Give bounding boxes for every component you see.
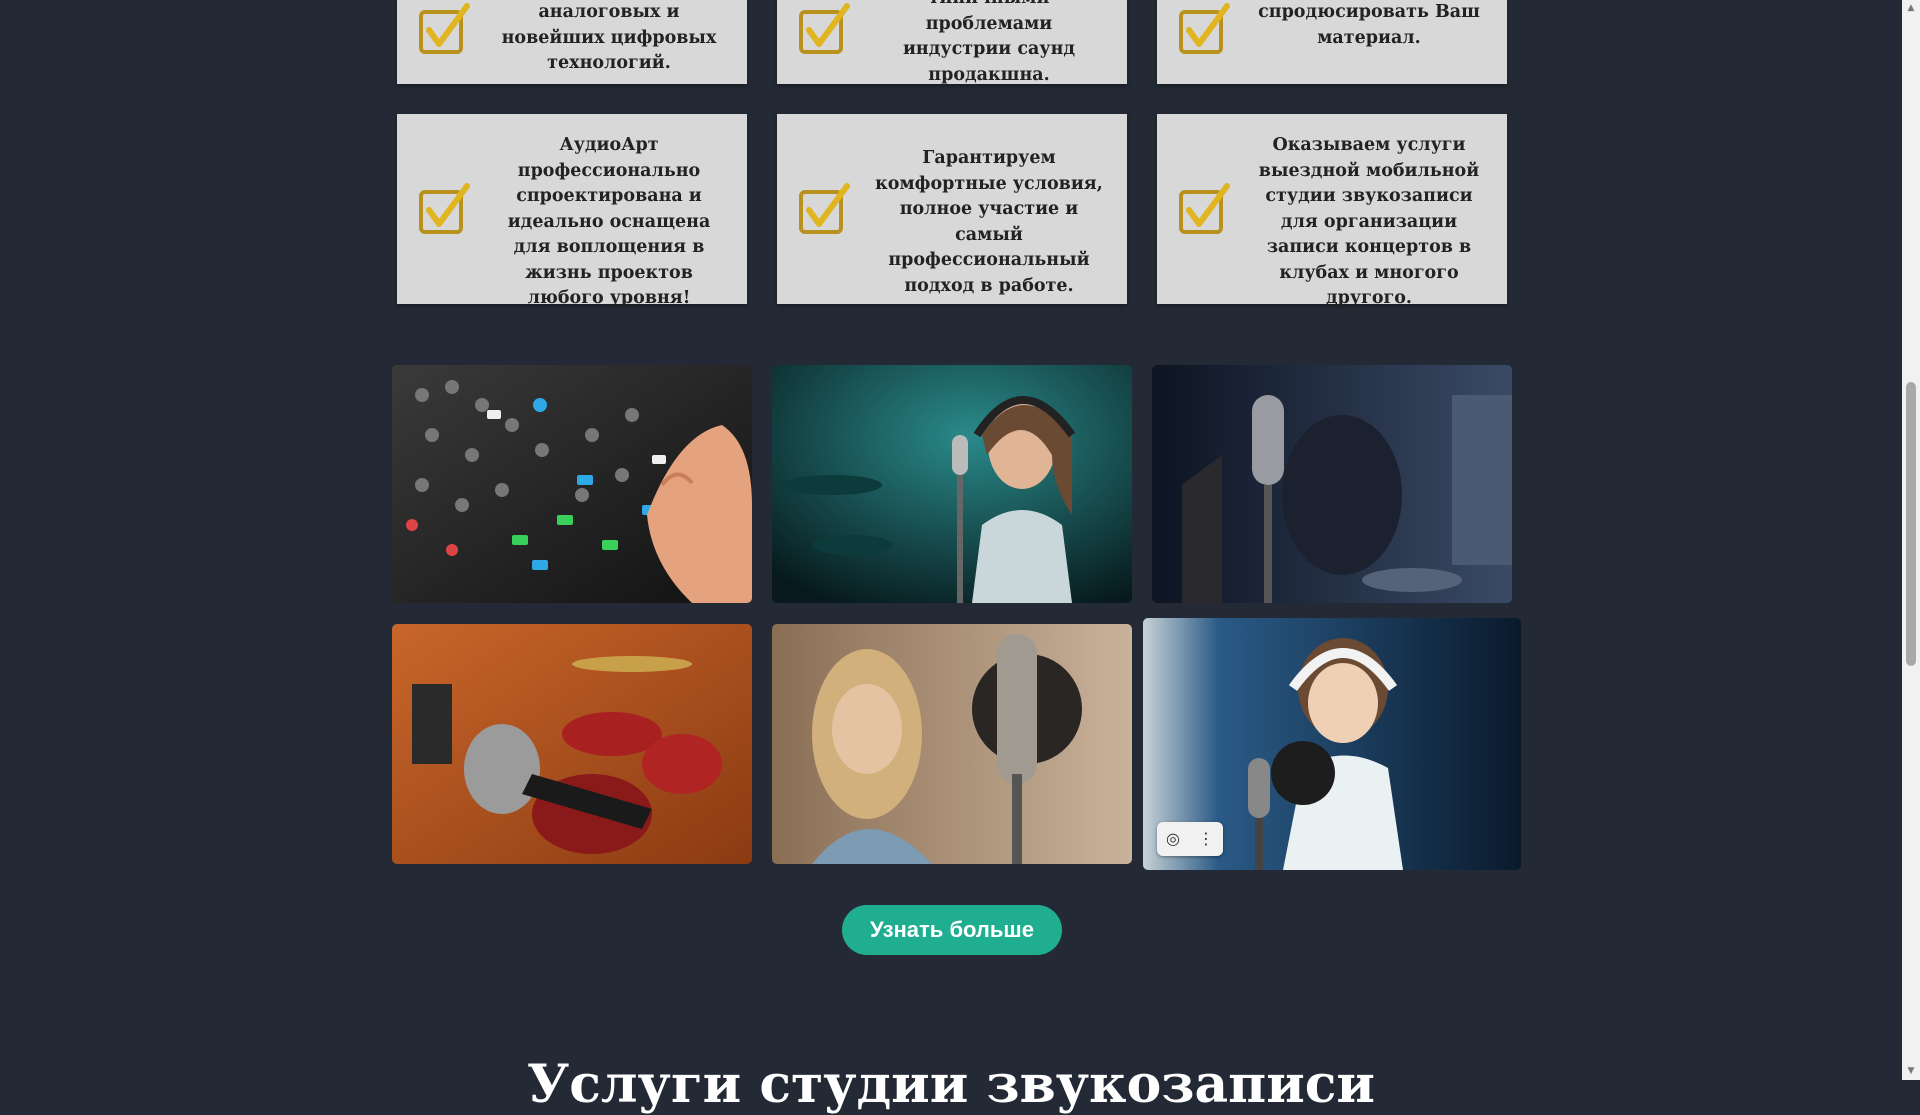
feature-card: Оказываем услуги выездной мобильной студ… [1157, 114, 1507, 308]
photo-mixing-console[interactable] [392, 365, 752, 603]
feature-text: АудиоАрт профессионально спроектирована … [507, 135, 711, 308]
feature-text: типичными проблемами индустрии саунд про… [902, 0, 1076, 85]
photo-condenser-microphone[interactable] [1152, 365, 1512, 603]
photo-child-singer[interactable]: ◎ ⋮ [1143, 618, 1521, 870]
feature-text: аналоговых и новейших цифровых технологи… [501, 2, 717, 73]
blonde-singer-image [772, 624, 1132, 864]
feature-card: Гарантируем комфортные условия, полное у… [777, 114, 1127, 304]
scroll-up-icon[interactable]: ▲ [1902, 0, 1920, 17]
feature-card: АудиоАрт профессионально спроектирована … [397, 114, 747, 308]
checkmark-icon [799, 183, 850, 234]
feature-card: аналоговых и новейших цифровых технологи… [397, 0, 747, 84]
feature-text: Гарантируем комфортные условия, полное у… [875, 148, 1103, 296]
learn-more-button[interactable]: Узнать больше [842, 905, 1062, 955]
checkmark-icon [1179, 3, 1230, 54]
section-heading: Услуги студии звукозаписи [527, 1054, 1375, 1115]
page: аналоговых и новейших цифровых технологи… [0, 0, 1902, 1115]
feature-text: Оказываем услуги выездной мобильной студ… [1258, 135, 1480, 308]
feature-card: типичными проблемами индустрии саунд про… [777, 0, 1127, 85]
microphone-drums-image [392, 624, 752, 864]
image-tools: ◎ ⋮ [1157, 822, 1223, 856]
lens-icon[interactable]: ◎ [1166, 822, 1180, 856]
photo-female-singer[interactable] [772, 365, 1132, 603]
checkmark-icon [1179, 183, 1230, 234]
checkmark-icon [419, 183, 470, 234]
female-singer-image [772, 365, 1132, 603]
photo-blonde-singer[interactable] [772, 624, 1132, 864]
scrollbar-thumb[interactable] [1906, 382, 1916, 666]
feature-card: спродюсировать Ваш материал. [1157, 0, 1507, 84]
mixing-console-image [392, 365, 752, 603]
checkmark-icon [799, 3, 850, 54]
feature-text: спродюсировать Ваш материал. [1258, 2, 1480, 48]
scroll-down-icon[interactable]: ▼ [1902, 1063, 1920, 1080]
checkmark-icon [419, 3, 470, 54]
more-options-icon[interactable]: ⋮ [1198, 822, 1214, 856]
photo-microphone-drums[interactable] [392, 624, 752, 864]
scrollbar[interactable]: ▲ ▼ [1902, 0, 1920, 1080]
condenser-microphone-image [1152, 365, 1512, 603]
